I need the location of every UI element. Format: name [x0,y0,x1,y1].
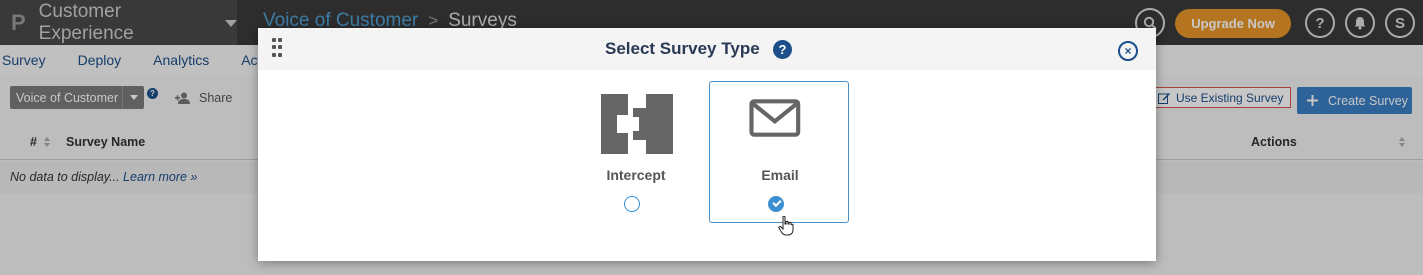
email-radio[interactable] [768,196,784,212]
intercept-radio[interactable] [624,196,640,212]
hand-cursor-icon [778,216,794,236]
close-icon[interactable]: × [1118,41,1138,61]
select-survey-type-dialog: Select Survey Type ? × Intercept Email [258,28,1156,261]
dialog-header: Select Survey Type ? × [258,28,1156,70]
survey-type-email[interactable]: Email [709,81,849,223]
dialog-title: Select Survey Type [605,39,760,58]
survey-type-label: Intercept [606,167,666,183]
drag-handle-icon[interactable] [272,38,282,58]
envelope-icon [749,99,801,137]
help-icon[interactable]: ? [773,40,792,59]
survey-type-intercept[interactable]: Intercept [565,81,705,223]
survey-type-label: Email [761,167,799,183]
intercept-icon [601,94,673,154]
